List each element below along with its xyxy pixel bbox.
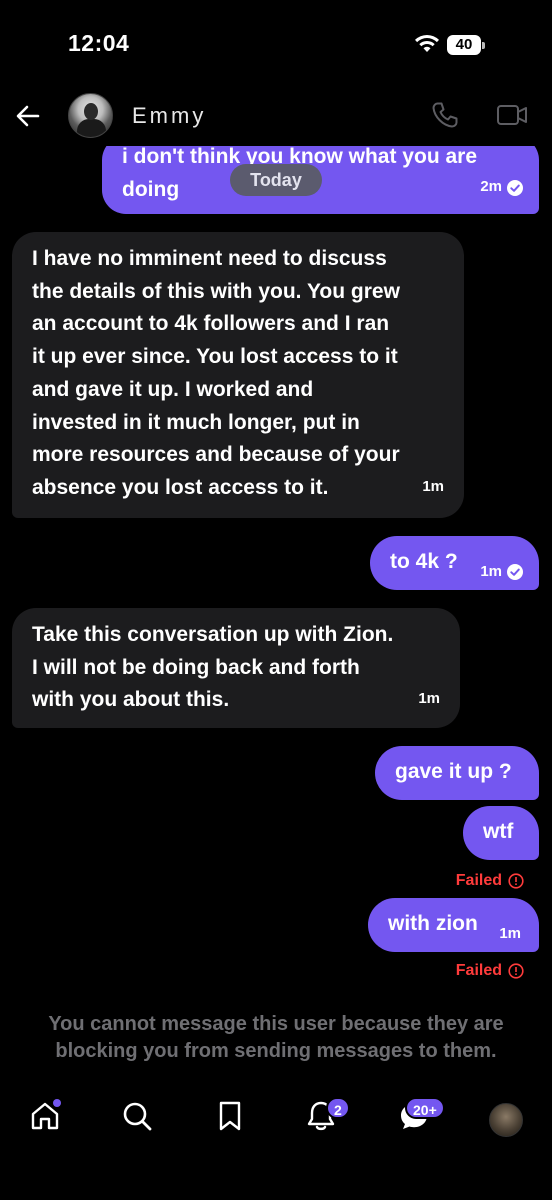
message-meta: 1m xyxy=(422,471,444,504)
message-meta: 1m xyxy=(499,918,521,951)
message-line: with you about this. xyxy=(32,688,230,712)
battery-level: 40 xyxy=(455,36,473,53)
message-meta: 1m xyxy=(418,683,440,716)
message-line: and gave it up. I worked and xyxy=(32,377,314,401)
message-bubble-outgoing[interactable]: to 4k ? 1m xyxy=(370,536,539,590)
message-bubble-outgoing[interactable]: gave it up ? xyxy=(375,746,539,800)
battery-indicator: 40 xyxy=(447,35,485,55)
nav-bookmarks[interactable] xyxy=(213,1099,247,1133)
message-line: absence you lost access to it. xyxy=(32,475,329,499)
blocked-notice: You cannot message this user because the… xyxy=(14,1011,538,1065)
failed-status[interactable]: Failed xyxy=(456,962,524,980)
home-new-dot xyxy=(53,1099,61,1107)
message-line: an account to 4k followers and I ran xyxy=(32,312,390,336)
status-bar: 12:04 40 xyxy=(0,0,552,90)
nav-search[interactable] xyxy=(120,1099,154,1133)
message-bubble-outgoing[interactable]: with zion 1m xyxy=(368,898,539,952)
bottom-nav: 2 20+ xyxy=(0,1085,552,1155)
message-time: 2m xyxy=(480,178,502,196)
video-call-icon[interactable] xyxy=(496,102,528,128)
message-line: wtf xyxy=(483,820,514,843)
contact-avatar[interactable] xyxy=(68,93,113,138)
failed-status[interactable]: Failed xyxy=(456,872,524,890)
failed-label: Failed xyxy=(455,872,502,889)
notifications-badge: 2 xyxy=(326,1097,350,1119)
read-check-icon xyxy=(507,179,523,196)
blocked-notice-line: blocking you from sending messages to th… xyxy=(55,1040,497,1062)
message-line: invested in it much longer, put in xyxy=(32,410,360,434)
message-line: Take this conversation up with Zion. xyxy=(32,623,394,646)
message-time: 1m xyxy=(480,563,502,580)
warning-icon xyxy=(508,873,524,889)
status-time: 12:04 xyxy=(68,30,130,56)
bookmark-icon xyxy=(219,1101,241,1131)
message-bubble-outgoing[interactable]: wtf xyxy=(463,806,539,860)
read-check-icon xyxy=(507,564,523,581)
wifi-icon xyxy=(415,34,439,52)
message-bubble-incoming[interactable]: Take this conversation up with Zion. I w… xyxy=(12,608,460,728)
avatar-face xyxy=(84,103,98,120)
message-line: more resources and because of your xyxy=(32,443,400,467)
message-line: I have no imminent need to discuss xyxy=(32,247,387,270)
message-line: the details of this with you. You grew xyxy=(32,279,400,303)
profile-avatar[interactable] xyxy=(489,1103,523,1137)
battery-cap xyxy=(482,42,485,49)
message-bubble-incoming[interactable]: I have no imminent need to discuss the d… xyxy=(12,232,464,518)
search-icon xyxy=(123,1102,152,1131)
chat-header: Emmy xyxy=(0,90,552,146)
message-meta: 2m xyxy=(480,171,523,204)
back-arrow-icon[interactable] xyxy=(14,102,42,130)
message-line: gave it up ? xyxy=(395,760,512,783)
blocked-notice-line: You cannot message this user because the… xyxy=(48,1013,504,1035)
phone-icon[interactable] xyxy=(430,100,460,130)
message-time: 1m xyxy=(499,925,521,942)
message-time: 1m xyxy=(422,478,444,496)
date-separator: Today xyxy=(230,164,322,196)
message-list[interactable]: i don't think you know what you are doin… xyxy=(0,136,552,1000)
contact-name[interactable]: Emmy xyxy=(132,103,206,129)
warning-icon xyxy=(508,963,524,979)
avatar-body xyxy=(77,119,106,137)
message-meta: 1m xyxy=(480,556,523,589)
failed-label: Failed xyxy=(455,962,502,979)
message-line: it up ever since. You lost access to it xyxy=(32,345,398,369)
messages-badge: 20+ xyxy=(405,1097,445,1119)
message-time: 1m xyxy=(418,690,440,708)
message-line: I will not be doing back and forth xyxy=(32,655,360,679)
